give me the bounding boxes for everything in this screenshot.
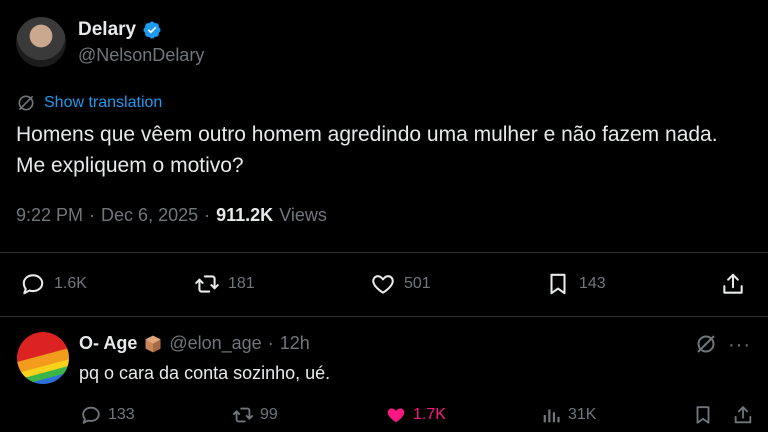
reply-repost-button[interactable]: 99 — [232, 401, 278, 429]
show-translation-label[interactable]: Show translation — [44, 94, 162, 112]
translate-icon — [18, 95, 34, 111]
like-icon — [372, 275, 394, 294]
like-count: 501 — [404, 275, 431, 292]
author-name-text[interactable]: Delary — [78, 19, 136, 41]
reply-reply-count: 133 — [108, 406, 135, 423]
reply-views-button[interactable]: 31K — [540, 401, 596, 429]
reply-action-bar: 133 99 1.7K 31K — [0, 401, 768, 429]
reply-views-count: 31K — [568, 406, 597, 423]
reply-repost-count: 99 — [260, 406, 278, 423]
tweet-text: Homens que vêem outro homem agredindo um… — [16, 123, 718, 177]
reply-icon — [82, 406, 100, 424]
author-avatar[interactable] — [16, 17, 66, 67]
reply-header: O- Age @elon_age · 12h — [79, 333, 310, 354]
bookmark-button[interactable]: 143 — [545, 266, 606, 302]
tweet-time[interactable]: 9:22 PM — [16, 205, 83, 226]
tweet-action-bar: 1.6K 181 501 143 — [0, 266, 768, 302]
views-label: Views — [279, 205, 327, 225]
reply-author-name[interactable]: O- Age — [79, 333, 137, 354]
reply-like-count: 1.7K — [413, 406, 446, 423]
repost-icon — [195, 275, 219, 293]
reply-like-button[interactable]: 1.7K — [385, 401, 446, 429]
bookmark-icon — [696, 406, 710, 424]
bookmark-icon — [550, 273, 566, 295]
repost-icon — [232, 407, 254, 423]
bookmark-count: 143 — [579, 275, 606, 292]
divider — [0, 316, 768, 317]
tweet-date[interactable]: Dec 6, 2025 — [101, 205, 198, 226]
package-icon — [145, 335, 161, 352]
repost-button[interactable]: 181 — [194, 266, 255, 302]
more-icon[interactable]: ··· — [728, 334, 751, 357]
reply-bookmark-button[interactable] — [692, 401, 714, 429]
verified-badge-icon — [143, 21, 161, 39]
reply-author-handle[interactable]: @elon_age — [169, 333, 261, 354]
share-icon — [723, 273, 743, 294]
share-button[interactable] — [720, 266, 746, 302]
repost-count: 181 — [228, 275, 255, 292]
grok-icon[interactable] — [694, 332, 718, 356]
reply-author-avatar[interactable] — [17, 332, 69, 384]
reply-button[interactable]: 1.6K — [20, 266, 87, 302]
reply-reply-button[interactable]: 133 — [80, 401, 135, 429]
like-icon — [387, 408, 405, 423]
meta-separator: · — [89, 205, 96, 225]
reply-separator: · — [267, 333, 274, 353]
show-translation-link[interactable]: Show translation — [16, 93, 162, 113]
share-icon — [734, 406, 752, 424]
divider — [0, 252, 768, 253]
like-button[interactable]: 501 — [370, 266, 431, 302]
meta-separator: · — [204, 205, 211, 225]
views-count: 911.2K — [216, 205, 274, 225]
reply-age[interactable]: 12h — [280, 333, 310, 354]
reply-text: pq o cara da conta sozinho, ué. — [79, 363, 331, 383]
author-handle[interactable]: @NelsonDelary — [78, 45, 204, 66]
tweet-meta: 9:22 PM · Dec 6, 2025 · 911.2K Views — [16, 205, 327, 226]
reply-share-button[interactable] — [732, 401, 754, 429]
author-name[interactable]: Delary — [78, 19, 162, 41]
reply-count: 1.6K — [54, 275, 87, 292]
reply-icon — [22, 274, 44, 295]
views-icon — [543, 409, 560, 423]
